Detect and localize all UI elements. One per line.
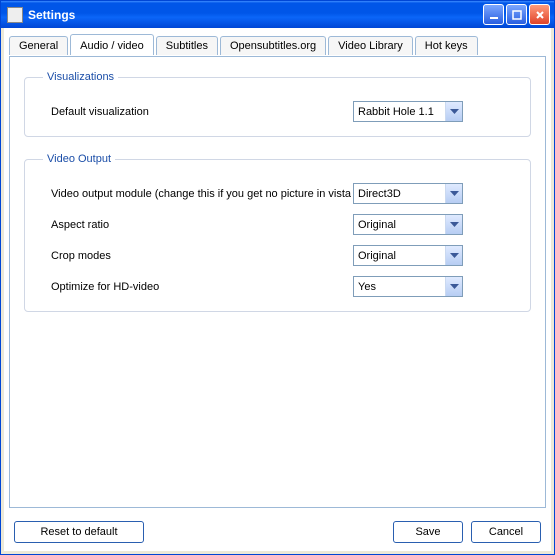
visualizations-group: Visualizations Default visualization Rab… — [24, 71, 531, 137]
video-output-module-label: Video output module (change this if you … — [43, 188, 353, 200]
tab-general[interactable]: General — [9, 36, 68, 55]
crop-modes-label: Crop modes — [43, 250, 353, 262]
app-icon — [7, 7, 23, 23]
aspect-ratio-row: Aspect ratio Original — [43, 214, 512, 235]
aspect-ratio-value: Original — [354, 219, 445, 231]
tab-subtitles[interactable]: Subtitles — [156, 36, 218, 55]
tab-panel: Visualizations Default visualization Rab… — [9, 56, 546, 508]
settings-window: Settings General Audio / video Subtitles… — [0, 0, 555, 555]
cancel-button[interactable]: Cancel — [471, 521, 541, 543]
chevron-down-icon — [445, 215, 462, 234]
default-visualization-label: Default visualization — [43, 106, 353, 118]
default-visualization-value: Rabbit Hole 1.1 — [354, 106, 445, 118]
crop-modes-row: Crop modes Original — [43, 245, 512, 266]
video-output-module-value: Direct3D — [354, 188, 445, 200]
maximize-button[interactable] — [506, 4, 527, 25]
tab-strip: General Audio / video Subtitles Opensubt… — [4, 28, 551, 54]
default-visualization-select[interactable]: Rabbit Hole 1.1 — [353, 101, 463, 122]
optimize-hd-label: Optimize for HD-video — [43, 281, 353, 293]
video-output-group: Video Output Video output module (change… — [24, 153, 531, 312]
tab-audio-video[interactable]: Audio / video — [70, 34, 154, 55]
video-output-module-row: Video output module (change this if you … — [43, 183, 512, 204]
video-output-legend: Video Output — [43, 153, 115, 165]
chevron-down-icon — [445, 102, 462, 121]
chevron-down-icon — [445, 246, 462, 265]
minimize-button[interactable] — [483, 4, 504, 25]
tab-hotkeys[interactable]: Hot keys — [415, 36, 478, 55]
save-button[interactable]: Save — [393, 521, 463, 543]
aspect-ratio-select[interactable]: Original — [353, 214, 463, 235]
tab-video-library[interactable]: Video Library — [328, 36, 413, 55]
optimize-hd-value: Yes — [354, 281, 445, 293]
titlebar: Settings — [1, 1, 554, 28]
chevron-down-icon — [445, 277, 462, 296]
client-area: General Audio / video Subtitles Opensubt… — [4, 28, 551, 551]
footer-buttons: Reset to default Save Cancel — [4, 513, 551, 551]
visualizations-legend: Visualizations — [43, 71, 118, 83]
aspect-ratio-label: Aspect ratio — [43, 219, 353, 231]
crop-modes-select[interactable]: Original — [353, 245, 463, 266]
close-button[interactable] — [529, 4, 550, 25]
optimize-hd-select[interactable]: Yes — [353, 276, 463, 297]
tab-opensubtitles[interactable]: Opensubtitles.org — [220, 36, 326, 55]
chevron-down-icon — [445, 184, 462, 203]
reset-to-default-button[interactable]: Reset to default — [14, 521, 144, 543]
video-output-module-select[interactable]: Direct3D — [353, 183, 463, 204]
optimize-hd-row: Optimize for HD-video Yes — [43, 276, 512, 297]
close-icon — [535, 10, 545, 20]
minimize-icon — [489, 10, 499, 20]
window-title: Settings — [28, 8, 481, 22]
maximize-icon — [512, 10, 522, 20]
crop-modes-value: Original — [354, 250, 445, 262]
default-visualization-row: Default visualization Rabbit Hole 1.1 — [43, 101, 512, 122]
